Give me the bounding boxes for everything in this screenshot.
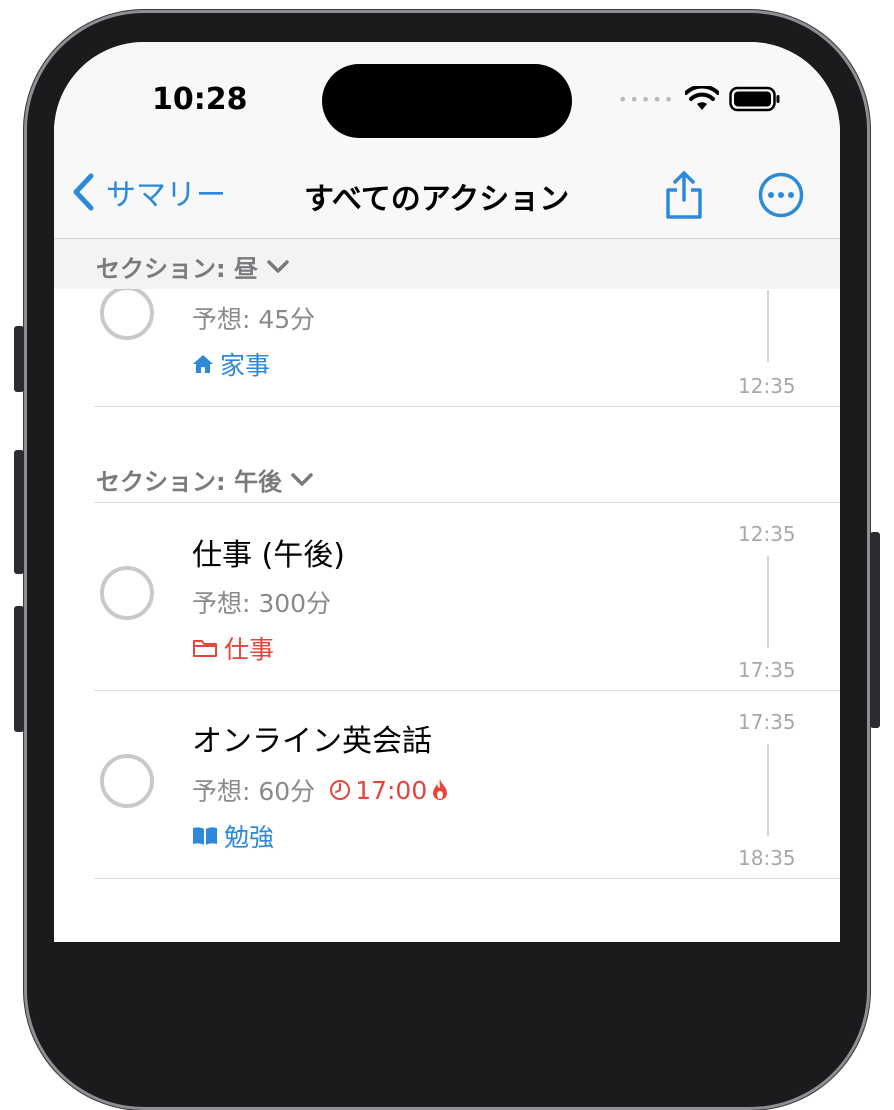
back-button-label: サマリー — [106, 178, 226, 213]
task-tag: 勉強 — [192, 818, 274, 854]
task-complete-toggle[interactable] — [100, 754, 154, 808]
side-button-power — [870, 532, 880, 728]
task-title: オンライン英会話 — [192, 724, 432, 759]
side-button-volume-down — [14, 606, 24, 732]
task-complete-toggle[interactable] — [100, 286, 154, 340]
clock-icon — [330, 780, 351, 800]
house-icon — [193, 355, 213, 373]
chevron-down-icon — [291, 472, 313, 486]
task-complete-toggle[interactable] — [100, 566, 154, 620]
row-divider — [94, 878, 840, 879]
task-estimate: 予想: 300分 — [192, 589, 332, 618]
task-start-time: 17:35 — [738, 710, 796, 734]
task-deadline: 17:00 — [329, 776, 449, 805]
screen: 10:28 ••••• サマリー すべてのアクション 予想: 45分 家事 12… — [54, 42, 840, 942]
page-title: すべてのアクション — [304, 182, 570, 217]
side-button-action — [14, 326, 24, 392]
section-header-afternoon[interactable]: セクション: 午後 — [96, 462, 314, 497]
cellular-signal-icon: ••••• — [618, 89, 676, 109]
task-estimate: 予想: 45分 — [192, 305, 316, 334]
side-button-volume-up — [14, 450, 24, 574]
ellipsis-circle-icon — [758, 172, 804, 218]
share-button[interactable] — [664, 170, 704, 224]
battery-icon — [729, 86, 780, 112]
row-divider — [94, 406, 840, 407]
chevron-down-icon — [267, 259, 289, 273]
book-icon — [193, 827, 217, 845]
task-end-time: 17:35 — [738, 658, 796, 682]
timeline-line — [767, 290, 769, 362]
task-end-time: 18:35 — [738, 846, 796, 870]
chevron-left-icon — [73, 173, 94, 211]
row-divider — [94, 690, 840, 691]
section-header-midday[interactable]: セクション: 昼 — [96, 249, 290, 284]
task-tag: 家事 — [192, 346, 270, 382]
task-end-time: 12:35 — [738, 374, 796, 398]
flame-icon — [433, 779, 448, 800]
timeline-line — [767, 744, 769, 836]
status-icons: ••••• — [618, 86, 781, 112]
folder-icon — [193, 640, 217, 657]
wifi-icon — [685, 86, 720, 110]
back-button[interactable]: サマリー — [70, 170, 226, 214]
dynamic-island — [322, 64, 572, 138]
status-time: 10:28 — [152, 82, 248, 117]
task-start-time: 12:35 — [738, 522, 796, 546]
more-button[interactable] — [758, 172, 804, 222]
task-tag: 仕事 — [192, 630, 274, 666]
task-title: 仕事 (午後) — [192, 538, 345, 573]
row-divider — [94, 502, 840, 503]
timeline-line — [767, 556, 769, 648]
share-icon — [666, 171, 702, 219]
task-estimate: 予想: 60分 17:00 — [192, 772, 449, 808]
